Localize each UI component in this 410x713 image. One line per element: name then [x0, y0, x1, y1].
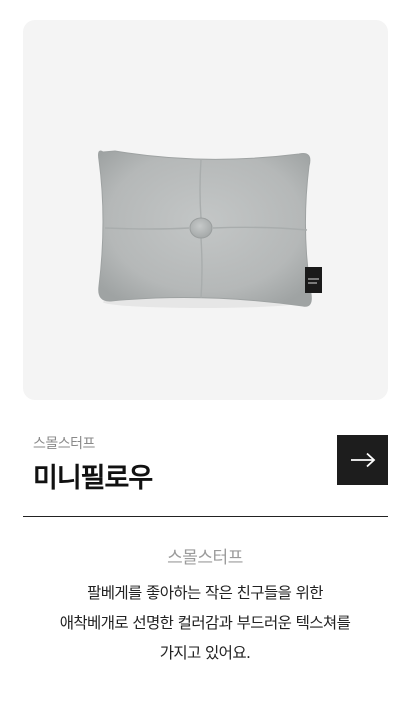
product-description: 팔베게를 좋아하는 작은 친구들을 위한 애착베개로 선명한 컬러감과 부드러운… [0, 578, 410, 668]
product-image-card[interactable] [23, 20, 388, 400]
section-divider [23, 516, 388, 517]
product-page: 스몰스터프 미니필로우 스몰스터프 팔베게를 좋아하는 작은 친구들을 위한 애… [0, 0, 410, 713]
description-line: 애착베개로 선명한 컬러감과 부드러운 텍스쳐를 [59, 614, 351, 632]
arrow-right-icon [350, 452, 375, 468]
product-name[interactable]: 미니필로우 [33, 456, 153, 495]
pillow-image [98, 150, 322, 308]
description-brand: 스몰스터프 [167, 548, 243, 568]
product-info: 스몰스터프 미니필로우 [33, 432, 388, 495]
description-line: 가지고 있어요. [159, 644, 251, 662]
product-brand: 스몰스터프 [33, 436, 95, 452]
view-product-button[interactable] [337, 435, 388, 485]
description-line: 팔베게를 좋아하는 작은 친구들을 위한 [87, 584, 323, 602]
